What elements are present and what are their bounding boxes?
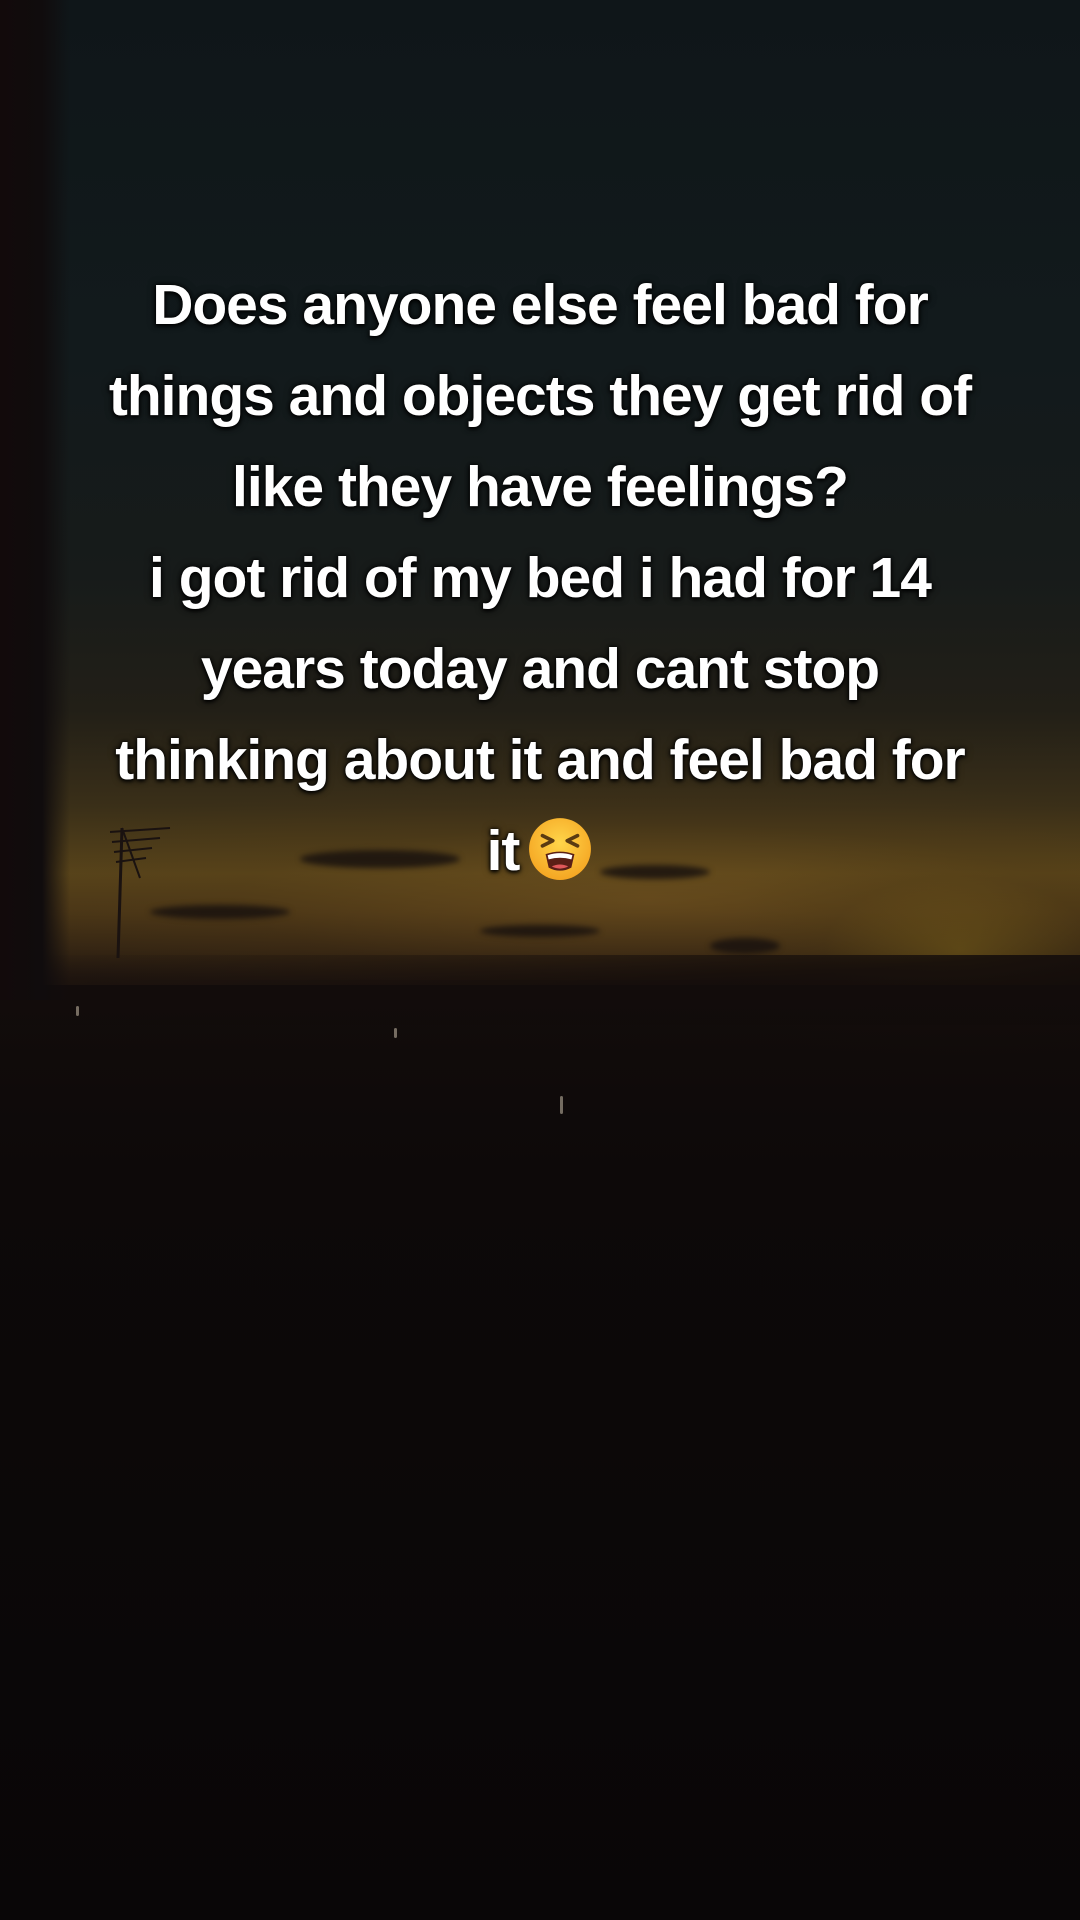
caption-last-line: it xyxy=(40,806,1040,897)
caption-text: Does anyone else feel bad for things and… xyxy=(40,260,1040,897)
tired-face-emoji-icon xyxy=(529,818,592,880)
caption-line: it xyxy=(486,819,521,883)
ground-silhouette xyxy=(0,985,1080,1920)
distant-light xyxy=(76,1006,79,1016)
cloud xyxy=(480,925,600,937)
distant-light xyxy=(560,1096,563,1114)
background-photo: Does anyone else feel bad for things and… xyxy=(0,0,1080,1920)
caption-line: thinking about it and feel bad for xyxy=(115,728,965,792)
caption-line: like they have feelings? xyxy=(232,455,849,519)
caption-line: years today and cant stop xyxy=(200,637,880,701)
distant-light xyxy=(394,1028,397,1038)
caption-line: things and objects they get rid of xyxy=(108,364,972,428)
caption-line: Does anyone else feel bad for xyxy=(152,273,929,337)
cloud xyxy=(710,938,780,954)
caption-line: i got rid of my bed i had for 14 xyxy=(149,546,932,610)
